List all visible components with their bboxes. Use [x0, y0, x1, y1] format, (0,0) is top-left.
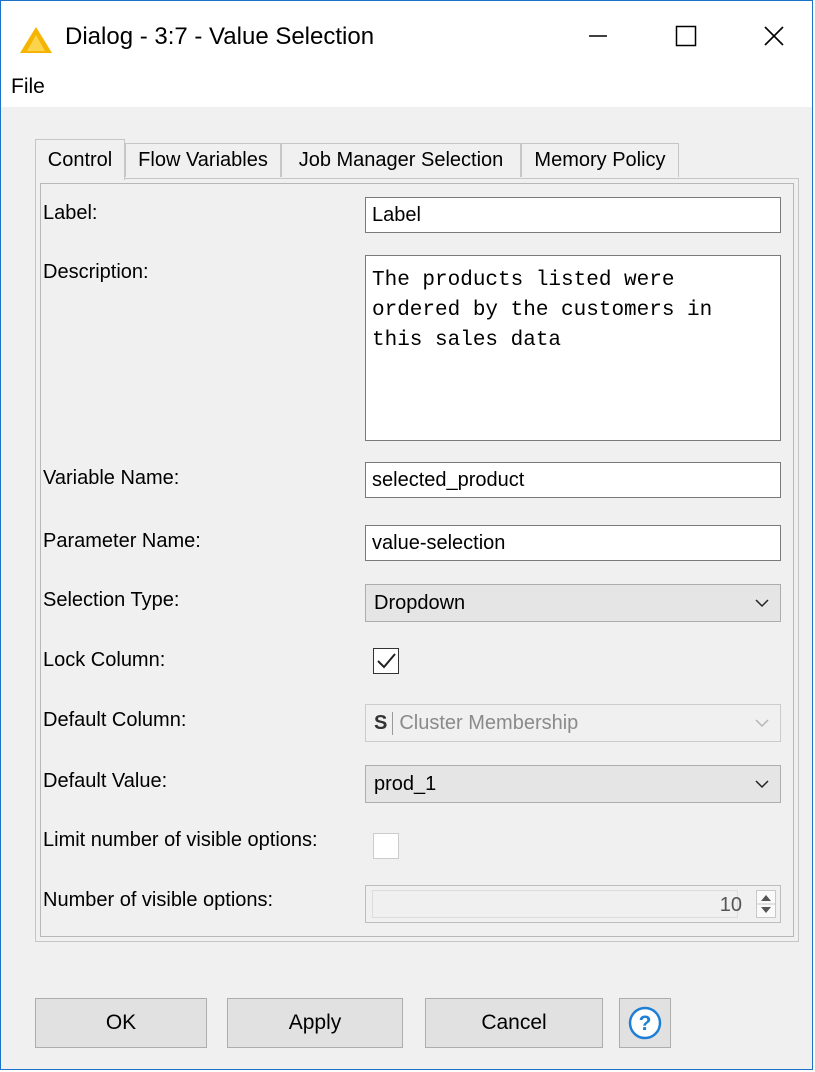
question-circle-icon: ? [628, 1006, 662, 1040]
close-button[interactable] [744, 11, 804, 61]
label-caption: Label: [43, 202, 98, 224]
description-caption: Description: [43, 261, 149, 283]
lock-column-checkbox[interactable] [373, 648, 399, 674]
tab-memory-policy[interactable]: Memory Policy [521, 143, 679, 177]
selection-type-value: Dropdown [374, 592, 466, 614]
dialog-window: Dialog - 3:7 - Value Selection File Cont… [0, 0, 813, 1070]
visible-options-caption: Number of visible options: [43, 889, 274, 911]
warning-triangle-icon [20, 27, 52, 53]
tab-flow-variables[interactable]: Flow Variables [125, 143, 281, 177]
tab-job-manager-selection[interactable]: Job Manager Selection [281, 143, 521, 177]
menu-file[interactable]: File [11, 75, 45, 99]
maximize-icon [675, 25, 697, 47]
maximize-button[interactable] [656, 11, 716, 61]
label-input[interactable]: Label [365, 197, 781, 233]
default-value-select[interactable]: prod_1 [365, 765, 781, 803]
limit-options-caption: Limit number of visible options: [43, 829, 318, 851]
apply-button[interactable]: Apply [227, 998, 403, 1048]
visible-options-field [372, 890, 738, 918]
string-type-icon: S [374, 712, 394, 735]
default-column-caption: Default Column: [43, 709, 187, 731]
chevron-down-icon [755, 719, 769, 728]
default-column-value: Cluster Membership [399, 712, 579, 734]
selection-type-caption: Selection Type: [43, 589, 180, 611]
title-bar: Dialog - 3:7 - Value Selection [1, 1, 812, 71]
menu-bar: File [1, 71, 812, 107]
window-title: Dialog - 3:7 - Value Selection [65, 23, 375, 50]
ok-button[interactable]: OK [35, 998, 207, 1048]
visible-options-value: 10 [719, 894, 742, 916]
default-column-select[interactable]: S Cluster Membership [365, 704, 781, 742]
help-button[interactable]: ? [619, 998, 671, 1048]
tab-control[interactable]: Control [35, 139, 125, 180]
variable-name-caption: Variable Name: [43, 467, 180, 489]
parameter-name-input[interactable]: value-selection [365, 525, 781, 561]
spinner-buttons[interactable] [756, 890, 776, 918]
minimize-button[interactable] [568, 11, 628, 61]
checkmark-icon [377, 653, 396, 669]
selection-type-select[interactable]: Dropdown [365, 584, 781, 622]
limit-options-checkbox[interactable] [373, 833, 399, 859]
parameter-name-caption: Parameter Name: [43, 530, 201, 552]
description-textarea[interactable]: The products listed were ordered by the … [365, 255, 781, 441]
chevron-down-icon [755, 780, 769, 789]
chevron-down-icon [755, 599, 769, 608]
default-value-value: prod_1 [374, 773, 437, 795]
spinner-arrows-icon [757, 895, 775, 913]
cancel-button[interactable]: Cancel [425, 998, 603, 1048]
visible-options-spinner[interactable]: 10 [365, 885, 781, 923]
svg-text:?: ? [639, 1012, 652, 1035]
default-value-caption: Default Value: [43, 770, 168, 792]
variable-name-input[interactable]: selected_product [365, 462, 781, 498]
lock-column-caption: Lock Column: [43, 649, 166, 671]
close-icon [764, 26, 784, 46]
minimize-icon [589, 35, 607, 37]
